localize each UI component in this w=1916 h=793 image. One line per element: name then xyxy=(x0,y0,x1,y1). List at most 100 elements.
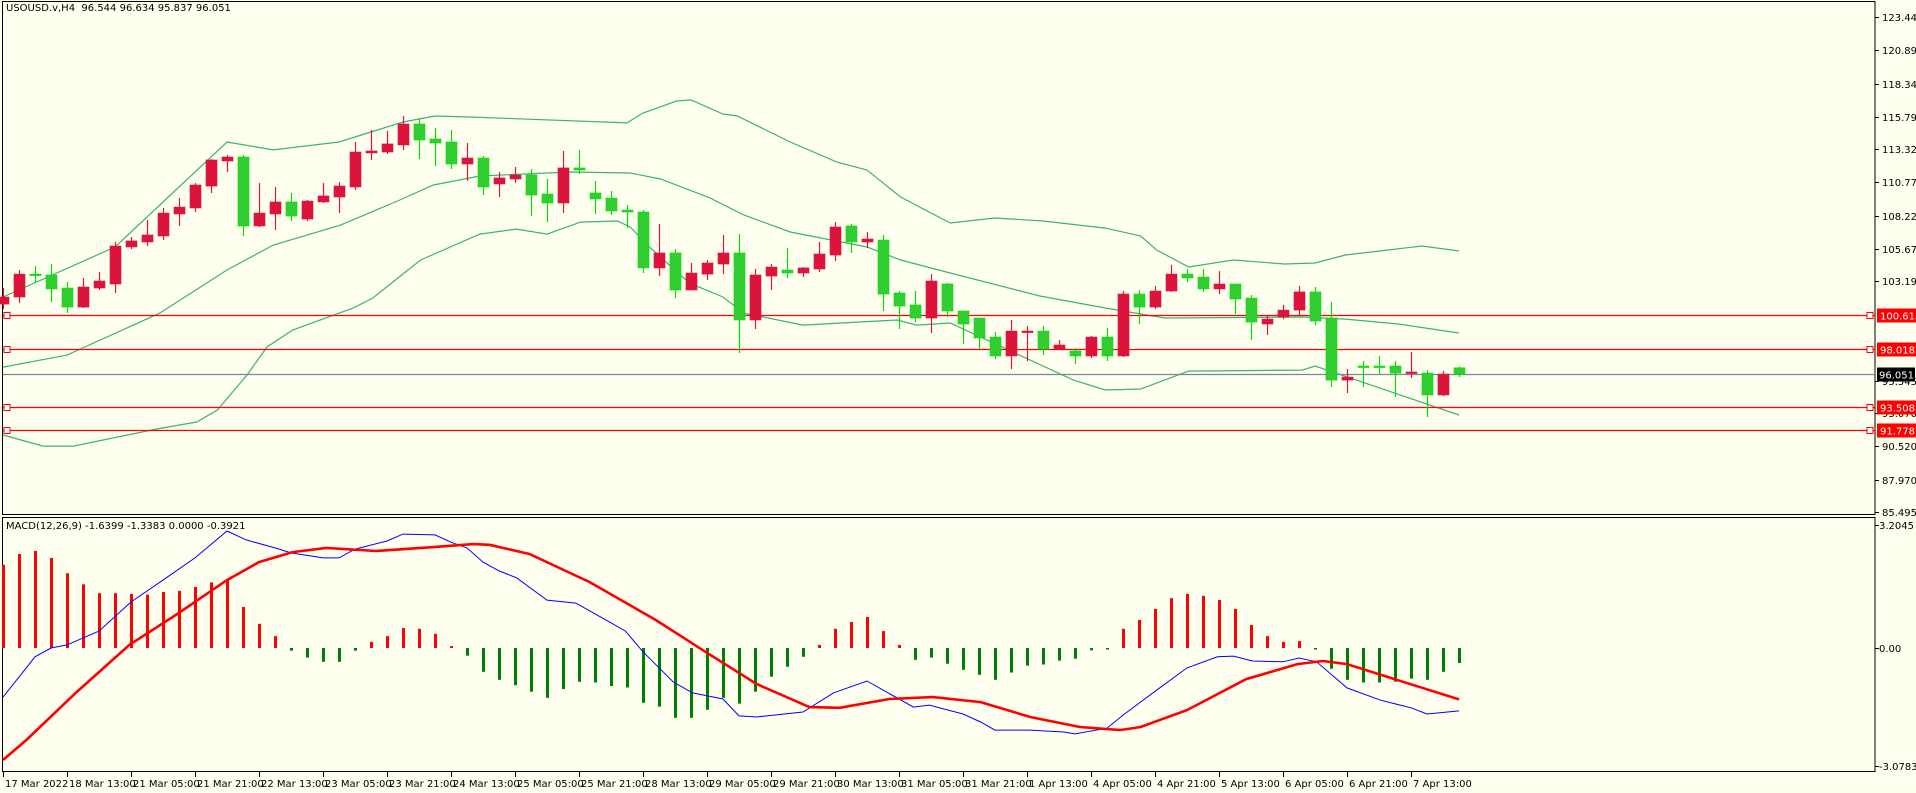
macd-signal-line xyxy=(2,542,1460,761)
chart-canvas[interactable]: 123.445 120.895 118.345 115.795 113.320 110.7… xyxy=(0,0,1916,793)
candle-body xyxy=(45,274,58,290)
candle xyxy=(445,129,458,169)
level-anchor-handle[interactable] xyxy=(3,404,11,411)
level-anchor-handle[interactable] xyxy=(3,312,11,319)
bollinger-upper-band xyxy=(2,99,1460,298)
macd-histogram-bar xyxy=(498,648,501,680)
level-anchor-handle[interactable] xyxy=(1866,346,1874,353)
candle xyxy=(1453,366,1466,378)
level-anchor-handle[interactable] xyxy=(3,346,11,353)
candle xyxy=(1261,316,1274,335)
macd-histogram-bar xyxy=(802,648,805,657)
candle-body xyxy=(333,185,346,198)
candle-body xyxy=(685,272,698,291)
macd-histogram-bar xyxy=(610,648,613,686)
macd-histogram-bar xyxy=(1010,648,1013,673)
macd-histogram-bar xyxy=(1138,620,1141,648)
macd-histogram-bar xyxy=(354,648,357,651)
time-axis-label: 6 Apr 05:00 xyxy=(1285,779,1344,790)
candle xyxy=(1053,340,1066,350)
candle xyxy=(845,224,858,253)
candle-body xyxy=(1069,350,1082,357)
candle xyxy=(365,129,378,160)
macd-histogram-bar xyxy=(1058,648,1061,661)
candle xyxy=(781,248,794,278)
macd-histogram-bar xyxy=(1282,641,1285,648)
macd-histogram-bar xyxy=(1026,648,1029,666)
level-anchor-handle[interactable] xyxy=(1866,404,1874,411)
candle xyxy=(701,260,714,281)
macd-histogram-bar xyxy=(1106,648,1109,650)
macd-histogram-bar xyxy=(306,648,309,658)
macd-histogram-bar xyxy=(338,648,341,662)
macd-histogram-bar xyxy=(930,648,933,658)
candle xyxy=(1101,328,1114,362)
candle-body xyxy=(813,253,826,270)
candle xyxy=(1085,336,1098,359)
candle xyxy=(13,270,26,304)
main-panel-frame xyxy=(2,1,1876,515)
macd-histogram-bar xyxy=(418,628,421,648)
macd-histogram-bar xyxy=(706,648,709,710)
candle-body xyxy=(877,239,890,295)
macd-histogram-bar xyxy=(1378,648,1381,683)
macd-histogram-bar xyxy=(66,573,69,648)
macd-histogram-bar xyxy=(18,554,21,648)
macd-histogram-bar xyxy=(1394,648,1397,682)
macd-histogram-bar xyxy=(370,641,373,648)
time-axis-label: 23 Mar 21:00 xyxy=(389,779,456,790)
macd-histogram-bar xyxy=(546,648,549,698)
macd-histogram-bar xyxy=(946,648,949,664)
candle xyxy=(0,288,10,310)
candle xyxy=(1165,264,1178,292)
candle-body xyxy=(1357,365,1370,368)
candle xyxy=(61,282,74,314)
time-axis-label: 30 Mar 13:00 xyxy=(837,779,904,790)
macd-axis-label: 3.2045 xyxy=(1879,521,1914,532)
candle-body xyxy=(637,211,650,269)
candle-body xyxy=(1325,317,1338,381)
candle-body xyxy=(157,212,170,237)
macd-histogram-bar xyxy=(642,648,645,703)
macd-histogram-bar xyxy=(402,628,405,648)
macd-histogram-bar xyxy=(850,621,853,648)
candle-body xyxy=(1133,293,1146,308)
macd-axis-label: -3.0783 xyxy=(1879,762,1916,773)
level-anchor-handle[interactable] xyxy=(1866,312,1874,319)
macd-histogram-bar xyxy=(1170,598,1173,648)
candle-body xyxy=(797,267,810,274)
level-anchor-handle[interactable] xyxy=(3,427,11,434)
macd-histogram-bar xyxy=(690,648,693,718)
candle xyxy=(93,271,106,290)
time-axis-label: 29 Mar 21:00 xyxy=(773,779,840,790)
macd-histogram-bar xyxy=(898,644,901,648)
bollinger-bands xyxy=(2,99,1460,447)
candle xyxy=(541,179,554,223)
macd-histogram-bar xyxy=(434,633,437,648)
candle xyxy=(349,141,362,190)
macd-histogram-bar xyxy=(34,550,37,648)
candle xyxy=(1437,371,1450,397)
macd-histogram-bar xyxy=(1042,648,1045,665)
candle xyxy=(573,149,586,175)
candle xyxy=(1309,286,1322,326)
candle xyxy=(1245,295,1258,341)
level-anchor-handle[interactable] xyxy=(1866,427,1874,434)
candle-body xyxy=(1149,290,1162,308)
price-axis-label: 85.495 xyxy=(1882,508,1916,519)
macd-histogram-bar xyxy=(658,648,661,707)
candle-body xyxy=(1197,276,1210,290)
macd-histogram-bar xyxy=(626,648,629,688)
macd-histogram-bar xyxy=(514,648,517,686)
price-axis-label: 87.970 xyxy=(1882,476,1916,487)
candle xyxy=(733,234,746,353)
candle-body xyxy=(1165,273,1178,292)
macd-histogram-bar xyxy=(722,648,725,698)
candle xyxy=(637,210,650,274)
level-price-label: 98.018 xyxy=(1880,346,1915,357)
candle-body xyxy=(29,273,42,276)
candle xyxy=(797,267,810,278)
candle xyxy=(141,219,154,247)
candle-body xyxy=(1293,291,1306,311)
macd-histogram-bar xyxy=(962,648,965,670)
